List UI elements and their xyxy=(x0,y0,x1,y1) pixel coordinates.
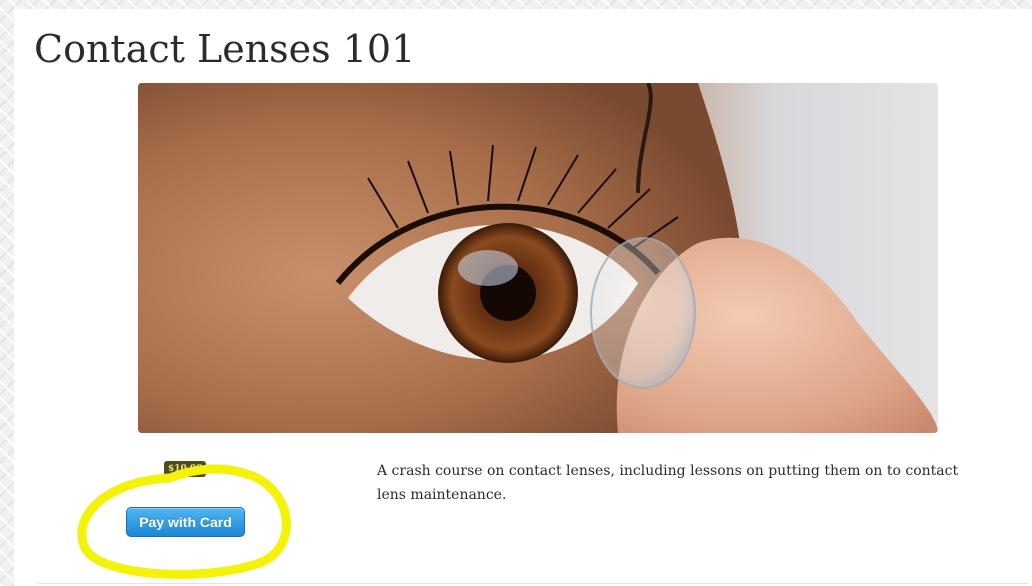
course-card: Contact Lenses 101 $10.00 Pay with Card … xyxy=(14,9,1032,586)
course-hero-image xyxy=(138,83,938,433)
pay-with-card-button[interactable]: Pay with Card xyxy=(126,507,245,537)
divider xyxy=(38,583,1028,584)
page-title: Contact Lenses 101 xyxy=(34,27,416,71)
price-badge: $10.00 xyxy=(164,461,207,477)
eye-contact-lens-photo xyxy=(138,83,938,433)
course-description: A crash course on contact lenses, includ… xyxy=(377,463,959,503)
